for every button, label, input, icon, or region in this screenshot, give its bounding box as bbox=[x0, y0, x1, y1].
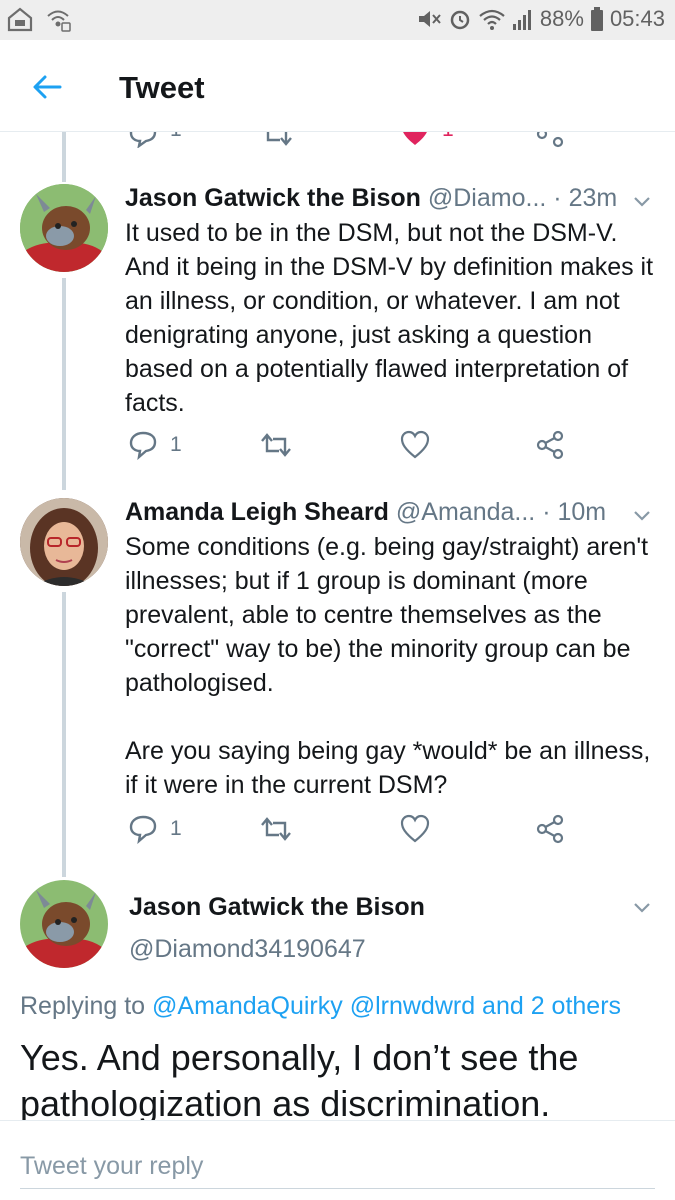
like-button[interactable] bbox=[400, 430, 430, 460]
page-title: Tweet bbox=[119, 70, 205, 105]
app-header: Tweet bbox=[0, 40, 675, 132]
avatar[interactable] bbox=[20, 184, 108, 272]
wifi-icon bbox=[479, 9, 505, 30]
share-icon[interactable] bbox=[536, 132, 564, 148]
replying-prefix: Replying to bbox=[20, 992, 146, 1020]
wifi-call-icon bbox=[47, 10, 71, 32]
user-handle[interactable]: @Diamond34190647 bbox=[129, 935, 366, 964]
retweet-button[interactable] bbox=[259, 814, 293, 844]
share-icon bbox=[536, 430, 564, 460]
clock: 05:43 bbox=[609, 6, 665, 31]
retweet-icon[interactable] bbox=[260, 132, 294, 148]
reply-icon bbox=[129, 431, 157, 460]
liked-heart-icon[interactable] bbox=[400, 132, 430, 148]
mute-icon bbox=[418, 11, 441, 27]
tweet-paragraph: Are you saying being gay *would* be an i… bbox=[125, 737, 651, 799]
status-bar: 88% 05:43 bbox=[0, 0, 675, 40]
like-button[interactable] bbox=[400, 814, 430, 844]
battery-percent: 88% bbox=[539, 6, 584, 31]
retweet-button[interactable] bbox=[259, 430, 293, 460]
battery-icon bbox=[590, 7, 603, 31]
share-icon bbox=[536, 814, 564, 844]
tweet-header: Amanda Leigh Sheard @Amanda... · 10m bbox=[125, 498, 606, 527]
signal-icon bbox=[512, 10, 531, 30]
tweet-paragraph: Some conditions (e.g. being gay/straight… bbox=[125, 533, 649, 697]
like-count: 1 bbox=[442, 132, 454, 142]
back-arrow-icon[interactable] bbox=[30, 70, 64, 104]
bison-avatar-image bbox=[20, 184, 108, 272]
tweet-actions: 1 bbox=[125, 814, 575, 848]
reply-button[interactable]: 1 bbox=[128, 430, 182, 460]
alarm-icon bbox=[450, 10, 470, 30]
retweet-icon bbox=[261, 433, 291, 457]
reply-count: 1 bbox=[170, 433, 182, 456]
timestamp: · 10m bbox=[542, 498, 607, 526]
tweet-header: Jason Gatwick the Bison @Diamo... · 23m bbox=[125, 184, 617, 213]
chevron-down-icon[interactable] bbox=[631, 896, 653, 918]
share-button[interactable] bbox=[536, 430, 564, 460]
main-tweet-text: Yes. And personally, I don’t see the pat… bbox=[20, 1037, 579, 1124]
thread-line bbox=[62, 132, 66, 182]
reply-icon[interactable] bbox=[128, 132, 158, 148]
heart-icon bbox=[400, 814, 430, 843]
display-name[interactable]: Amanda Leigh Sheard bbox=[125, 498, 389, 526]
user-photo-avatar bbox=[20, 498, 108, 586]
reply-count: 1 bbox=[170, 132, 182, 142]
user-handle[interactable]: @Diamo... bbox=[428, 184, 546, 212]
display-name[interactable]: Jason Gatwick the Bison bbox=[129, 893, 425, 922]
display-name[interactable]: Jason Gatwick the Bison bbox=[125, 184, 421, 212]
user-handle[interactable]: @Amanda... bbox=[396, 498, 535, 526]
tweet-text: Some conditions (e.g. being gay/straight… bbox=[125, 530, 665, 802]
tweet-text: It used to be in the DSM, but not the DS… bbox=[125, 216, 665, 420]
previous-tweet-actions: 1 1 bbox=[0, 132, 675, 150]
avatar[interactable] bbox=[20, 498, 108, 586]
reply-bar bbox=[0, 1120, 675, 1200]
heart-icon bbox=[400, 430, 430, 459]
chevron-down-icon[interactable] bbox=[631, 190, 653, 212]
share-button[interactable] bbox=[536, 814, 564, 844]
chevron-down-icon[interactable] bbox=[631, 504, 653, 526]
avatar[interactable] bbox=[20, 880, 108, 968]
retweet-icon bbox=[261, 817, 291, 841]
timestamp: · 23m bbox=[553, 184, 618, 212]
reply-input[interactable] bbox=[20, 1145, 655, 1189]
home-app-icon bbox=[7, 7, 33, 32]
tweet-actions: 1 bbox=[125, 430, 575, 464]
replying-to: Replying to @AmandaQuirky @lrnwdwrd and … bbox=[20, 992, 621, 1021]
reply-tweet[interactable]: Amanda Leigh Sheard @Amanda... · 10m Som… bbox=[0, 494, 675, 854]
reply-tweet[interactable]: Jason Gatwick the Bison @Diamo... · 23m … bbox=[0, 180, 675, 480]
reply-button[interactable]: 1 bbox=[128, 814, 182, 844]
reply-count: 1 bbox=[170, 817, 182, 840]
reply-icon bbox=[129, 815, 157, 844]
tweet-paragraph: It used to be in the DSM, but not the DS… bbox=[125, 219, 654, 417]
replying-users-link[interactable]: @AmandaQuirky @lrnwdwrd and 2 others bbox=[152, 992, 621, 1020]
bison-avatar-image bbox=[20, 880, 108, 968]
